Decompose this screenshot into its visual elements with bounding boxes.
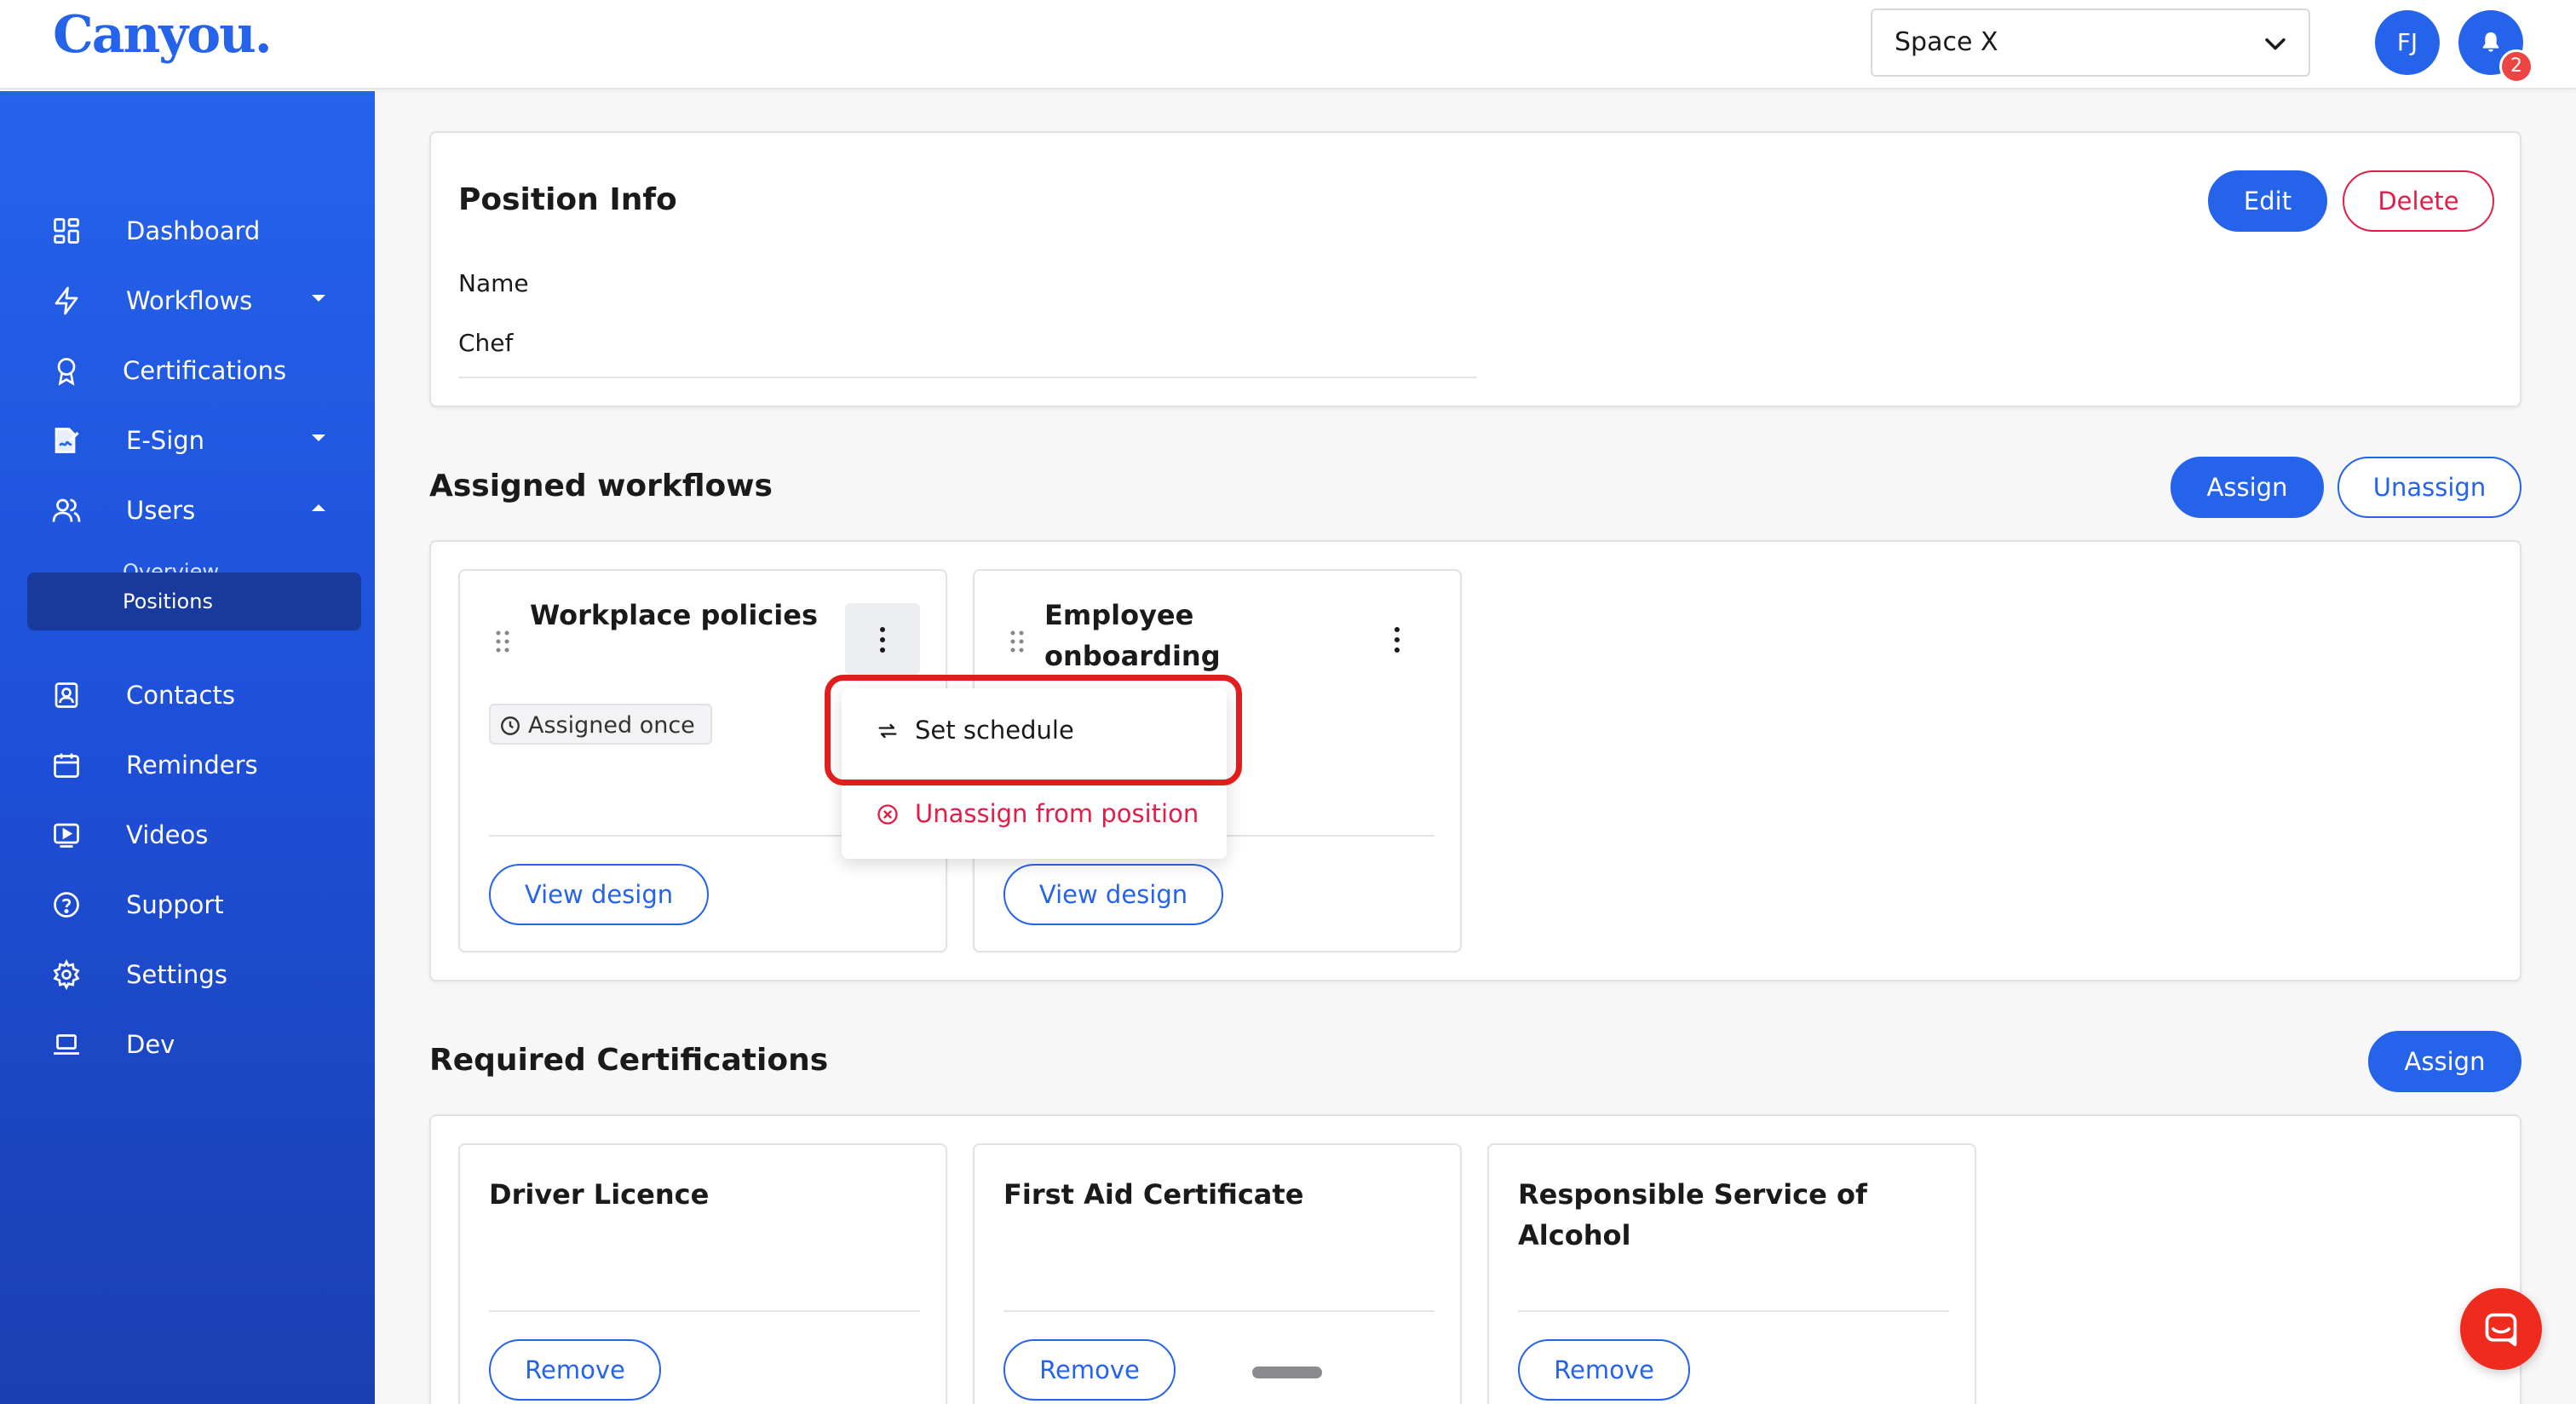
sidebar-item-label: Support: [126, 890, 224, 919]
help-circle-icon: [54, 892, 79, 918]
space-select[interactable]: Space X: [1871, 9, 2310, 77]
sidebar-item-dashboard[interactable]: Dashboard: [27, 203, 361, 259]
workflow-title-line-1: Employee: [1044, 599, 1194, 631]
position-info-card: Position Info Edit Delete Name Chef: [429, 131, 2521, 407]
laptop-icon: [54, 1034, 79, 1055]
certification-card: Responsible Service of Alcohol Remove: [1487, 1143, 1976, 1404]
workflow-title-line-2: onboarding: [1044, 640, 1221, 672]
drag-handle-icon[interactable]: [494, 629, 511, 654]
caret-up-icon: [312, 504, 325, 511]
kebab-dot: [1394, 647, 1400, 653]
sidebar-item-label: Certifications: [123, 356, 287, 385]
caret-down-icon: [312, 295, 325, 302]
sidebar-item-dev[interactable]: Dev: [27, 1016, 361, 1073]
sidebar-item-contacts[interactable]: Contacts: [27, 667, 361, 723]
kebab-dot: [880, 647, 885, 653]
certification-title: Driver Licence: [489, 1178, 710, 1211]
position-info-title: Position Info: [458, 182, 677, 217]
certification-card: Driver Licence Remove: [458, 1143, 947, 1404]
sidebar-item-workflows[interactable]: Workflows: [27, 273, 361, 329]
caret-down-icon: [312, 434, 325, 441]
users-icon: [52, 498, 81, 522]
edit-button[interactable]: Edit: [2208, 170, 2327, 232]
notification-badge: 2: [2499, 49, 2533, 83]
chat-launcher-button[interactable]: [2460, 1288, 2542, 1370]
required-certifications-title: Required Certifications: [429, 1043, 829, 1078]
name-underline: [458, 377, 1477, 378]
delete-button[interactable]: Delete: [2343, 170, 2494, 232]
user-avatar[interactable]: FJ: [2375, 10, 2440, 75]
video-icon: [54, 823, 79, 848]
certification-title-line-2: Alcohol: [1518, 1219, 1631, 1252]
award-icon: [57, 358, 76, 386]
chevron-down-icon: [2265, 37, 2286, 50]
gear-icon: [53, 959, 80, 990]
sidebar-subitem-label: Positions: [123, 590, 213, 613]
sidebar-item-certifications[interactable]: Certifications: [27, 342, 361, 399]
more-options-button[interactable]: [1360, 603, 1435, 675]
card-divider: [489, 1310, 920, 1312]
unassign-from-position-label: Unassign from position: [915, 799, 1199, 828]
card-divider: [1518, 1310, 1949, 1312]
sidebar-item-label: Settings: [126, 960, 227, 989]
sidebar-item-settings[interactable]: Settings: [27, 947, 361, 1003]
annotation-highlight-box: [825, 675, 1242, 785]
assign-certification-button[interactable]: Assign: [2368, 1031, 2521, 1092]
contact-card-icon: [55, 682, 78, 708]
sidebar-item-support[interactable]: Support: [27, 877, 361, 933]
sidebar-item-label: Dashboard: [126, 216, 261, 245]
assignment-tag-label: Assigned once: [528, 712, 695, 739]
signature-icon: [55, 428, 79, 453]
unassign-workflow-button[interactable]: Unassign: [2337, 457, 2521, 518]
bell-icon: [2482, 32, 2499, 52]
certification-title: First Aid Certificate: [1003, 1178, 1304, 1211]
calendar-icon: [54, 753, 79, 778]
certification-card: First Aid Certificate Remove: [973, 1143, 1462, 1404]
clock-icon: [501, 716, 520, 735]
kebab-dot: [880, 627, 885, 632]
drag-handle-icon[interactable]: [1009, 629, 1026, 654]
sidebar-subitem-positions[interactable]: Positions: [27, 573, 361, 630]
top-bar: Canyou. Space X FJ 2: [0, 0, 2576, 89]
kebab-dot: [1394, 627, 1400, 632]
workflow-title: Workplace policies: [530, 599, 818, 631]
assign-workflow-button[interactable]: Assign: [2171, 457, 2324, 518]
sidebar-item-label: Users: [126, 496, 196, 525]
sidebar: Dashboard Workflows Certifications E-Sig…: [0, 91, 375, 1404]
kebab-dot: [1394, 637, 1400, 642]
card-divider: [1003, 1310, 1435, 1312]
assignment-tag: Assigned once: [489, 704, 712, 745]
cancel-circle-icon: [877, 804, 898, 825]
name-value: Chef: [458, 329, 514, 357]
view-design-button[interactable]: View design: [489, 864, 709, 925]
sidebar-item-videos[interactable]: Videos: [27, 807, 361, 863]
sidebar-item-label: E-Sign: [126, 426, 205, 455]
sidebar-item-label: Dev: [126, 1030, 175, 1059]
space-select-value: Space X: [1895, 27, 1998, 57]
scroll-handle[interactable]: [1252, 1367, 1322, 1378]
sidebar-item-label: Workflows: [126, 286, 253, 315]
certification-title-line-1: Responsible Service of: [1518, 1178, 1867, 1211]
sidebar-item-esign[interactable]: E-Sign: [27, 412, 361, 469]
remove-button[interactable]: Remove: [489, 1339, 661, 1401]
view-design-button[interactable]: View design: [1003, 864, 1223, 925]
more-options-button[interactable]: [845, 603, 920, 675]
name-label: Name: [458, 269, 529, 297]
lightning-icon: [55, 286, 78, 315]
remove-button[interactable]: Remove: [1518, 1339, 1690, 1401]
sidebar-item-users[interactable]: Users: [27, 482, 361, 538]
kebab-dot: [880, 637, 885, 642]
sidebar-item-reminders[interactable]: Reminders: [27, 737, 361, 793]
app-logo[interactable]: Canyou.: [53, 5, 273, 65]
sidebar-item-label: Contacts: [126, 681, 235, 710]
remove-button[interactable]: Remove: [1003, 1339, 1176, 1401]
sidebar-item-label: Reminders: [126, 751, 258, 780]
dashboard-icon: [54, 218, 79, 244]
assigned-workflows-title: Assigned workflows: [429, 469, 773, 503]
sidebar-item-label: Videos: [126, 820, 209, 849]
unassign-from-position-menu-item[interactable]: Unassign from position: [842, 777, 1227, 852]
chat-icon: [2485, 1313, 2517, 1347]
